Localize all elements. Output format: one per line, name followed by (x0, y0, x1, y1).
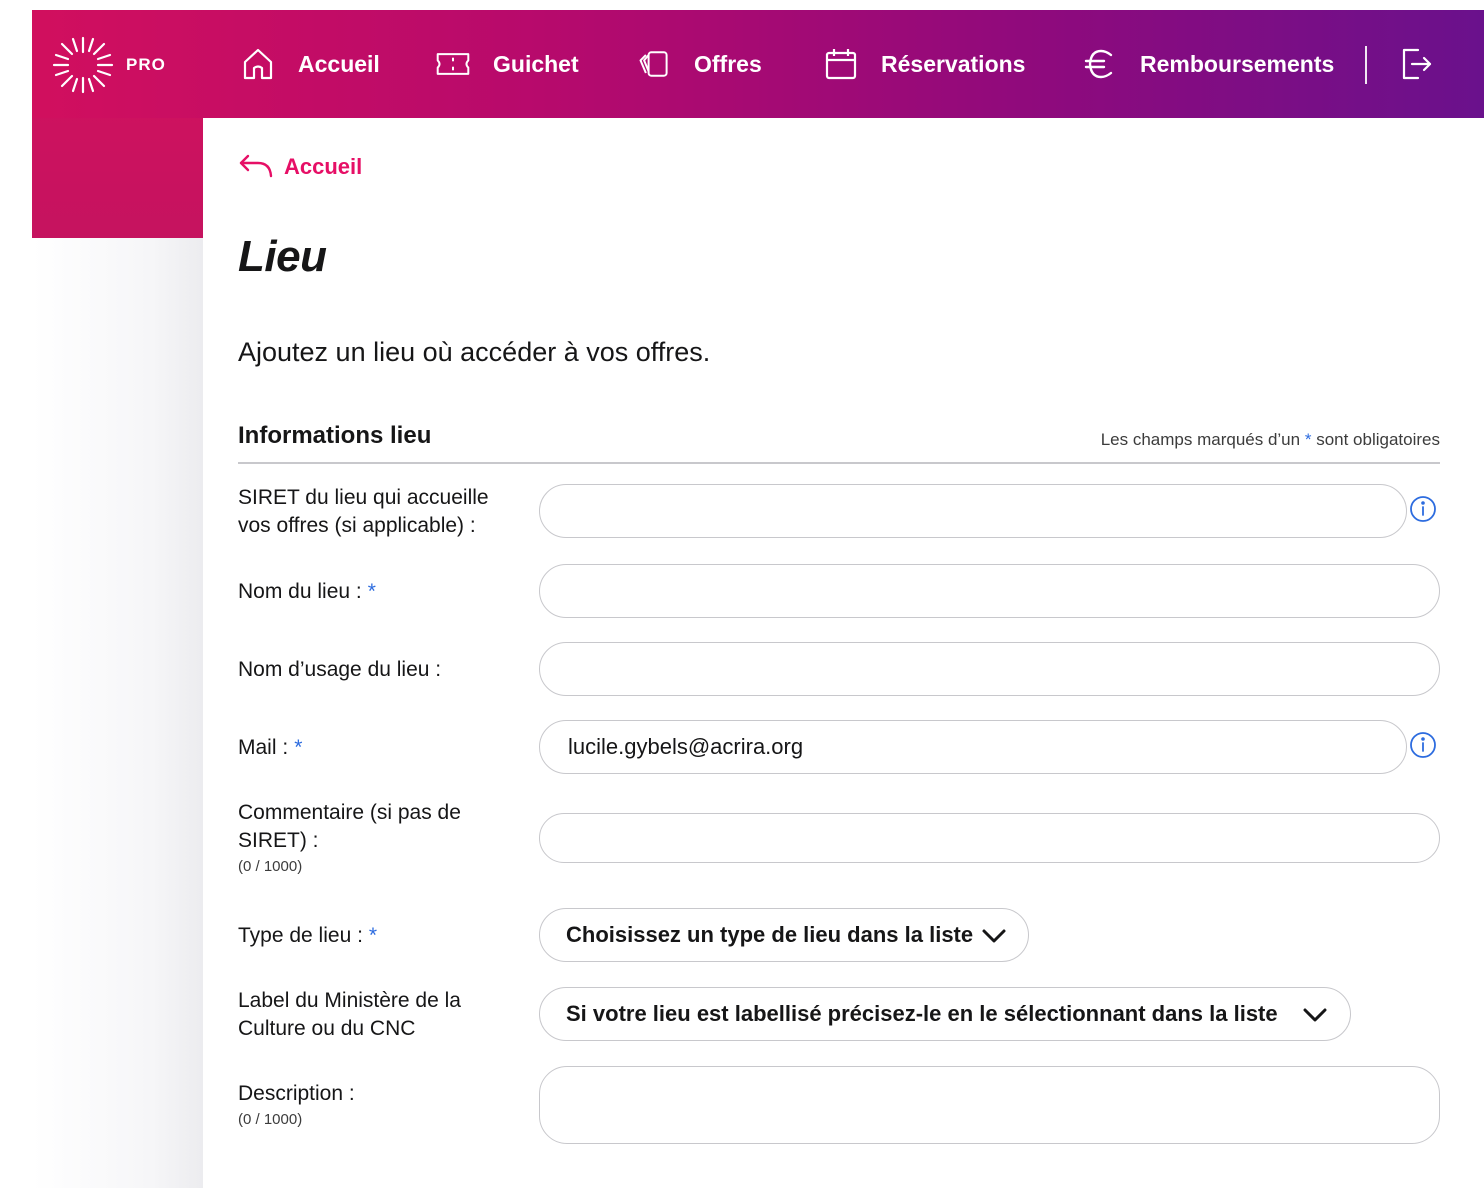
siret-input[interactable] (539, 484, 1407, 538)
euro-icon (1084, 49, 1113, 79)
nav-item-label: Remboursements (1140, 50, 1335, 77)
mail-input[interactable]: lucile.gybels@acrira.org (539, 720, 1407, 774)
venue-label-selected: Si votre lieu est labellisé précisez-le … (566, 1001, 1278, 1026)
comment-char-count: (0 / 1000) (238, 858, 303, 875)
ticket-icon (436, 53, 470, 75)
mandatory-fields-notice: Les champs marqués d’un * sont obligatoi… (1100, 430, 1440, 449)
chevron-down-icon (1303, 1008, 1327, 1022)
public-name-label: Nom d’usage du lieu : (238, 658, 442, 681)
sidebar-shadow (32, 237, 203, 1188)
logo[interactable]: PRO (48, 32, 198, 98)
back-link-accueil[interactable]: Accueil (238, 152, 362, 182)
back-link-label: Accueil (284, 154, 363, 179)
venue-type-selected: Choisissez un type de lieu dans la liste (566, 922, 974, 947)
brand-label: PRO (126, 55, 166, 74)
name-label: Nom du lieu : * (238, 580, 376, 603)
venue-type-select[interactable]: Choisissez un type de lieu dans la liste (539, 908, 1029, 962)
venue-type-label: Type de lieu : * (238, 924, 378, 947)
comment-textarea[interactable] (539, 813, 1440, 863)
nav-item-offres[interactable]: Offres (636, 10, 762, 118)
description-textarea[interactable] (539, 1066, 1440, 1144)
name-input[interactable] (539, 564, 1440, 618)
nav-item-label: Accueil (298, 50, 380, 77)
nav-item-label: Guichet (493, 50, 579, 77)
page-intro: Ajoutez un lieu où accéder à vos offres. (238, 337, 711, 367)
cards-icon (639, 51, 668, 77)
description-char-count: (0 / 1000) (238, 1111, 303, 1128)
nav-item-reservations[interactable]: Réservations (823, 10, 1025, 118)
back-arrow-icon (239, 154, 273, 178)
section-divider (238, 462, 1440, 464)
calendar-icon (825, 49, 857, 80)
section-title: Informations lieu (238, 422, 432, 449)
mail-info-icon[interactable] (1409, 731, 1437, 759)
mail-label: Mail : * (238, 736, 303, 759)
nav-item-label: Offres (694, 50, 762, 77)
venue-label-select[interactable]: Si votre lieu est labellisé précisez-le … (539, 987, 1351, 1041)
page-title: Lieu (238, 232, 327, 281)
pass-culture-logo-icon (52, 36, 114, 94)
top-navigation: PRO Accueil Guichet Offres Réservations (32, 10, 1484, 118)
comment-label: Commentaire (si pas de SIRET) : (0 / 100… (238, 799, 461, 879)
siret-info-icon[interactable] (1409, 495, 1437, 523)
nav-divider (1365, 46, 1367, 84)
description-label: Description : (0 / 1000) (238, 1080, 355, 1132)
chevron-down-icon (982, 929, 1006, 943)
venue-label-label: Label du Ministère de la Culture ou du C… (238, 989, 461, 1040)
logout-icon[interactable] (1398, 46, 1434, 82)
home-icon (243, 48, 273, 80)
nav-item-accueil[interactable]: Accueil (240, 10, 380, 118)
public-name-input[interactable] (539, 642, 1440, 696)
nav-item-remboursements[interactable]: Remboursements (1082, 10, 1334, 118)
nav-item-guichet[interactable]: Guichet (435, 10, 579, 118)
siret-label: SIRET du lieu qui accueille vos offres (… (238, 486, 489, 537)
nav-item-label: Réservations (881, 50, 1026, 77)
